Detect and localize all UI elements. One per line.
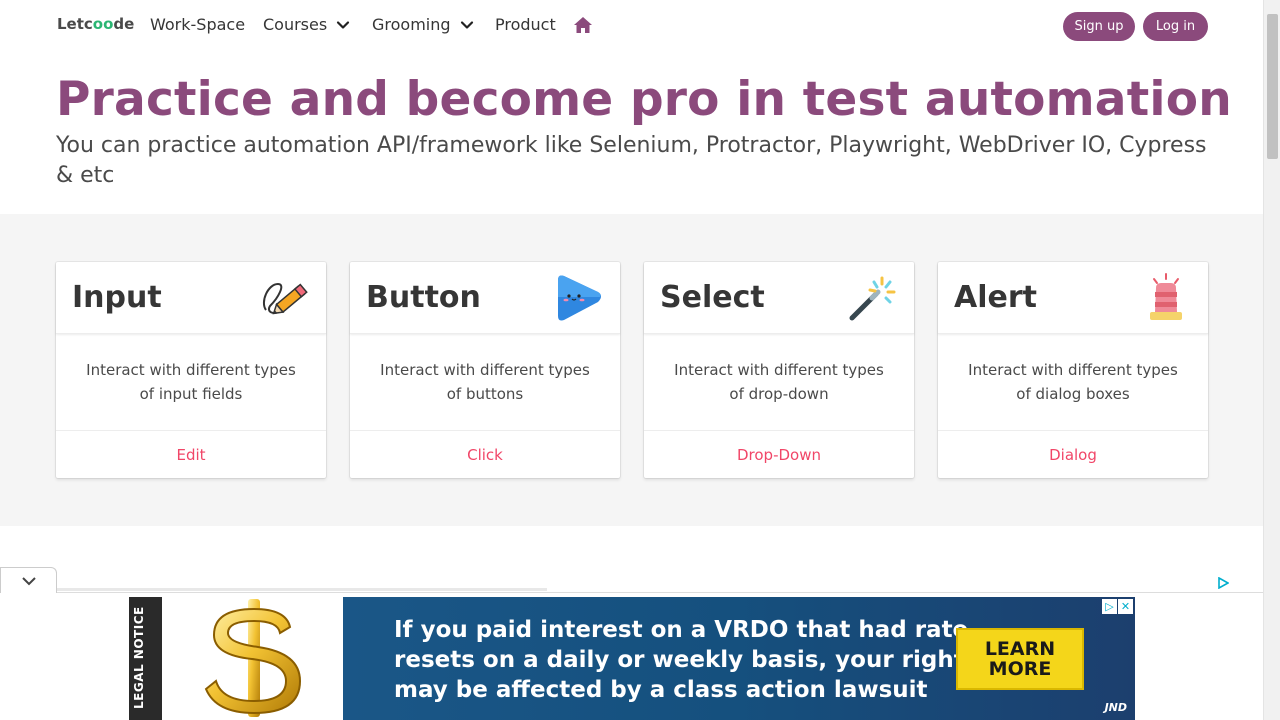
card-link-edit[interactable]: Edit: [56, 430, 326, 478]
chevron-down-icon: [337, 20, 350, 29]
navbar: Letcoode Work-Space Courses Grooming Pro…: [0, 0, 1263, 52]
card-description: Interact with different types of dialog …: [968, 361, 1178, 403]
card-title: Input: [72, 280, 162, 315]
card-description: Interact with different types of buttons: [380, 361, 590, 403]
card-link-click[interactable]: Click: [350, 430, 620, 478]
card-link-dropdown[interactable]: Drop-Down: [644, 430, 914, 478]
card-alert: Alert Interact with different types of d…: [938, 262, 1208, 478]
chevron-down-icon: [460, 20, 473, 29]
logo[interactable]: Letcoode: [57, 15, 134, 33]
close-icon[interactable]: ✕: [1118, 599, 1133, 614]
nav-item-label: Work-Space: [150, 15, 246, 34]
dollar-sign-icon: [204, 599, 302, 717]
card-input: Input Interact with different types of i…: [56, 262, 326, 478]
home-icon[interactable]: [573, 16, 593, 34]
scrollbar[interactable]: [1263, 0, 1280, 720]
page-subtitle: You can practice automation API/framewor…: [56, 133, 1207, 188]
legal-notice-strip: LEGAL NOTICE: [129, 597, 162, 720]
signup-button[interactable]: Sign up: [1063, 12, 1135, 41]
nav-item-label: Product: [495, 15, 556, 34]
pencil-icon: [262, 282, 308, 314]
divider: [57, 588, 547, 591]
card-header: Input: [56, 262, 326, 334]
ad-headline: If you paid interest on a VRDO that had …: [394, 617, 979, 703]
card-link-dialog[interactable]: Dialog: [938, 430, 1208, 478]
ad-controls: ▷ ✕: [1102, 599, 1133, 614]
nav-item-label: Grooming: [372, 15, 451, 34]
card-title: Select: [660, 280, 765, 315]
nav-item-courses[interactable]: Courses: [263, 15, 351, 34]
scrollbar-thumb[interactable]: [1267, 14, 1278, 159]
nav-item-product[interactable]: Product: [495, 15, 556, 34]
nav-item-grooming[interactable]: Grooming: [372, 15, 475, 34]
siren-icon: [1150, 272, 1182, 320]
card-description: Interact with different types of drop-do…: [674, 361, 884, 403]
dollar-image: [162, 597, 343, 720]
card-description: Interact with different types of input f…: [86, 361, 296, 403]
card-header: Select: [644, 262, 914, 334]
ad-brand-logo: JND: [1104, 701, 1127, 714]
adchoices-icon[interactable]: ▷: [1102, 599, 1117, 614]
card-select: Select Interact with different types of …: [644, 262, 914, 478]
magic-wand-icon: [849, 276, 896, 320]
card-title: Alert: [954, 280, 1037, 315]
learn-more-button[interactable]: LEARN MORE: [956, 628, 1084, 690]
cards-section: Input Interact with different types of i…: [0, 214, 1263, 526]
ad-banner[interactable]: LEGAL NOTICE If you paid interest on a V…: [129, 597, 1135, 720]
chevron-down-icon: [22, 577, 36, 586]
login-button[interactable]: Log in: [1143, 12, 1208, 41]
play-button-icon: [558, 275, 601, 320]
nav-item-workspace[interactable]: Work-Space: [150, 15, 245, 34]
card-button: Button Interact with different types of …: [350, 262, 620, 478]
card-title: Button: [366, 280, 481, 315]
nav-item-label: Courses: [263, 15, 328, 34]
adchoices-icon[interactable]: [1217, 577, 1229, 589]
ad-collapse-button[interactable]: [0, 567, 57, 593]
card-header: Button: [350, 262, 620, 334]
card-header: Alert: [938, 262, 1208, 334]
page-title: Practice and become pro in test automati…: [56, 72, 1232, 127]
